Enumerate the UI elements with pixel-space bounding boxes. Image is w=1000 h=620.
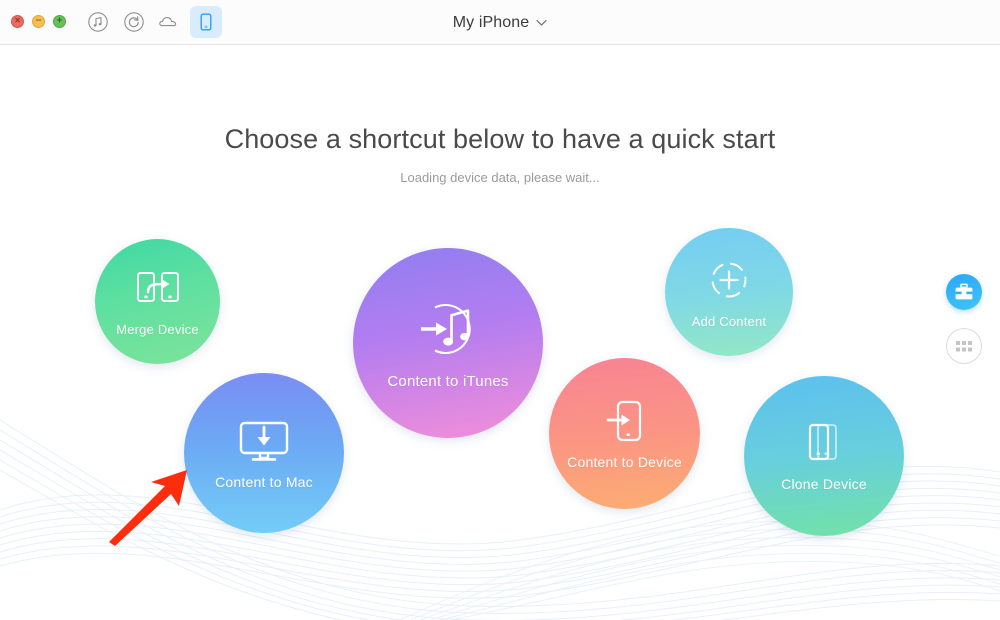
- shortcut-content-to-device[interactable]: Content to Device: [549, 358, 700, 509]
- shortcut-content-to-itunes[interactable]: Content to iTunes: [353, 248, 543, 438]
- page-title: Choose a shortcut below to have a quick …: [224, 124, 776, 154]
- toolbox-icon: [955, 283, 973, 300]
- maximize-window-button[interactable]: +: [53, 15, 66, 28]
- title-bar: × − + My iPhone: [0, 0, 1000, 45]
- toolbar: [82, 6, 222, 38]
- window-controls: × − +: [11, 15, 66, 28]
- shortcut-content-to-mac[interactable]: Content to Mac: [184, 373, 344, 533]
- close-icon: ×: [14, 15, 21, 26]
- status-text: Loading device data, please wait...: [400, 170, 600, 185]
- apps-grid-button[interactable]: [946, 328, 982, 364]
- phone-import-icon: [603, 397, 647, 445]
- minimize-window-button[interactable]: −: [32, 15, 45, 28]
- maximize-icon: +: [56, 15, 63, 26]
- shortcut-label: Content to iTunes: [387, 372, 509, 390]
- sync-refresh-icon: [124, 12, 144, 32]
- toolbar-button-refresh[interactable]: [118, 6, 150, 38]
- headline-block: Choose a shortcut below to have a quick …: [0, 124, 1000, 185]
- plus-target-icon: [704, 255, 754, 305]
- shortcut-label: Content to Mac: [215, 473, 313, 490]
- shortcut-clone-device[interactable]: Clone Device: [744, 376, 904, 536]
- cloud-icon: [159, 17, 177, 27]
- minimize-icon: −: [35, 15, 42, 26]
- two-phones-clone-icon: [798, 421, 850, 467]
- music-note-import-icon: [409, 297, 487, 361]
- close-window-button[interactable]: ×: [11, 15, 24, 28]
- shortcut-label: Add Content: [691, 314, 767, 329]
- merge-devices-icon: [132, 267, 184, 313]
- shortcut-label: Content to Device: [567, 454, 682, 470]
- toolbar-button-icloud[interactable]: [154, 6, 186, 38]
- window-title: My iPhone: [452, 13, 530, 31]
- shortcut-label: Clone Device: [781, 475, 867, 492]
- toolbox-button[interactable]: [946, 274, 982, 310]
- chevron-down-icon[interactable]: [536, 19, 547, 27]
- grid-apps-icon: [956, 340, 972, 351]
- shortcut-merge-device[interactable]: Merge Device: [95, 239, 220, 364]
- monitor-download-icon: [236, 417, 292, 465]
- toolbar-button-device[interactable]: [190, 6, 222, 38]
- toolbar-button-itunes[interactable]: [82, 6, 114, 38]
- itunes-music-icon: [88, 12, 108, 32]
- app-window: × − + My iPhone Choose a shortcut below …: [0, 0, 1000, 620]
- shortcut-label: Merge Device: [116, 321, 199, 337]
- shortcut-add-content[interactable]: Add Content: [665, 228, 793, 356]
- device-phone-icon: [200, 13, 212, 31]
